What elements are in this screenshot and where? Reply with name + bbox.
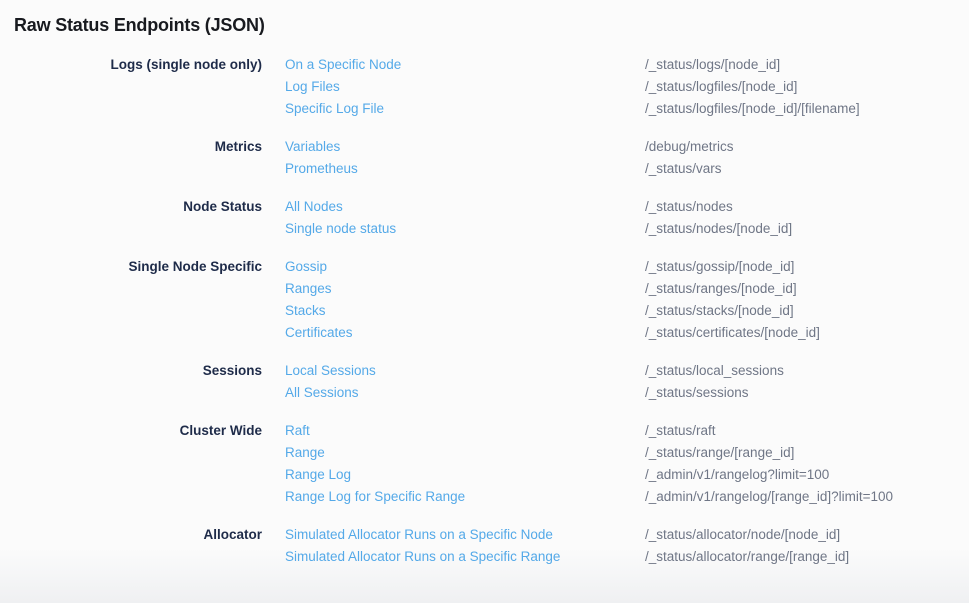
category-label: Metrics bbox=[14, 136, 262, 180]
endpoint-link[interactable]: Log Files bbox=[285, 76, 645, 98]
endpoint-group: Sessions Local Sessions /_status/local_s… bbox=[14, 360, 969, 404]
endpoint-link[interactable]: Variables bbox=[285, 136, 645, 158]
category-label: Sessions bbox=[14, 360, 262, 404]
endpoint-group: Logs (single node only) On a Specific No… bbox=[14, 54, 969, 120]
endpoint-path: /_status/range/[range_id] bbox=[645, 442, 794, 464]
endpoint-rows: All Nodes /_status/nodes Single node sta… bbox=[285, 196, 969, 240]
endpoint-groups: Logs (single node only) On a Specific No… bbox=[14, 54, 969, 568]
endpoint-link[interactable]: Prometheus bbox=[285, 158, 645, 180]
endpoint-link[interactable]: Single node status bbox=[285, 218, 645, 240]
endpoint-rows: Simulated Allocator Runs on a Specific N… bbox=[285, 524, 969, 568]
page-title: Raw Status Endpoints (JSON) bbox=[14, 13, 969, 37]
endpoint-row: Gossip /_status/gossip/[node_id] bbox=[285, 256, 969, 278]
endpoint-path: /_status/logfiles/[node_id]/[filename] bbox=[645, 98, 860, 120]
endpoint-row: Variables /debug/metrics bbox=[285, 136, 969, 158]
endpoint-link[interactable]: Raft bbox=[285, 420, 645, 442]
endpoint-link[interactable]: Range Log for Specific Range bbox=[285, 486, 645, 508]
endpoint-row: Log Files /_status/logfiles/[node_id] bbox=[285, 76, 969, 98]
endpoint-path: /_status/stacks/[node_id] bbox=[645, 300, 794, 322]
endpoint-rows: Local Sessions /_status/local_sessions A… bbox=[285, 360, 969, 404]
endpoint-path: /_status/local_sessions bbox=[645, 360, 784, 382]
endpoint-row: Local Sessions /_status/local_sessions bbox=[285, 360, 969, 382]
endpoint-link[interactable]: Range Log bbox=[285, 464, 645, 486]
endpoint-path: /_admin/v1/rangelog?limit=100 bbox=[645, 464, 829, 486]
endpoint-row: On a Specific Node /_status/logs/[node_i… bbox=[285, 54, 969, 76]
endpoint-row: Ranges /_status/ranges/[node_id] bbox=[285, 278, 969, 300]
endpoint-path: /_status/logfiles/[node_id] bbox=[645, 76, 797, 98]
endpoint-group: Node Status All Nodes /_status/nodes Sin… bbox=[14, 196, 969, 240]
endpoint-row: Single node status /_status/nodes/[node_… bbox=[285, 218, 969, 240]
endpoint-link[interactable]: Stacks bbox=[285, 300, 645, 322]
endpoint-path: /_status/certificates/[node_id] bbox=[645, 322, 820, 344]
endpoint-link[interactable]: All Sessions bbox=[285, 382, 645, 404]
endpoint-path: /_status/allocator/node/[node_id] bbox=[645, 524, 840, 546]
endpoint-path: /_admin/v1/rangelog/[range_id]?limit=100 bbox=[645, 486, 893, 508]
endpoint-link[interactable]: All Nodes bbox=[285, 196, 645, 218]
endpoint-path: /_status/logs/[node_id] bbox=[645, 54, 780, 76]
endpoint-row: All Sessions /_status/sessions bbox=[285, 382, 969, 404]
endpoint-link[interactable]: Range bbox=[285, 442, 645, 464]
endpoint-rows: Raft /_status/raft Range /_status/range/… bbox=[285, 420, 969, 508]
endpoint-path: /_status/nodes/[node_id] bbox=[645, 218, 792, 240]
endpoint-link[interactable]: Certificates bbox=[285, 322, 645, 344]
endpoint-path: /debug/metrics bbox=[645, 136, 734, 158]
category-label: Logs (single node only) bbox=[14, 54, 262, 120]
endpoint-path: /_status/nodes bbox=[645, 196, 733, 218]
content: Raw Status Endpoints (JSON) Logs (single… bbox=[0, 0, 969, 568]
endpoint-row: Range Log for Specific Range /_admin/v1/… bbox=[285, 486, 969, 508]
endpoint-rows: On a Specific Node /_status/logs/[node_i… bbox=[285, 54, 969, 120]
endpoint-path: /_status/gossip/[node_id] bbox=[645, 256, 794, 278]
endpoint-row: Range /_status/range/[range_id] bbox=[285, 442, 969, 464]
endpoint-link[interactable]: Local Sessions bbox=[285, 360, 645, 382]
endpoint-group: Allocator Simulated Allocator Runs on a … bbox=[14, 524, 969, 568]
endpoint-row: All Nodes /_status/nodes bbox=[285, 196, 969, 218]
category-label: Node Status bbox=[14, 196, 262, 240]
endpoint-link[interactable]: Gossip bbox=[285, 256, 645, 278]
endpoint-rows: Gossip /_status/gossip/[node_id] Ranges … bbox=[285, 256, 969, 344]
endpoint-group: Single Node Specific Gossip /_status/gos… bbox=[14, 256, 969, 344]
endpoint-row: Simulated Allocator Runs on a Specific N… bbox=[285, 524, 969, 546]
endpoint-row: Certificates /_status/certificates/[node… bbox=[285, 322, 969, 344]
endpoint-path: /_status/allocator/range/[range_id] bbox=[645, 546, 849, 568]
endpoint-path: /_status/vars bbox=[645, 158, 722, 180]
endpoint-row: Range Log /_admin/v1/rangelog?limit=100 bbox=[285, 464, 969, 486]
endpoint-group: Metrics Variables /debug/metrics Prometh… bbox=[14, 136, 969, 180]
endpoint-row: Simulated Allocator Runs on a Specific R… bbox=[285, 546, 969, 568]
endpoint-path: /_status/ranges/[node_id] bbox=[645, 278, 797, 300]
endpoint-path: /_status/raft bbox=[645, 420, 716, 442]
endpoint-link[interactable]: On a Specific Node bbox=[285, 54, 645, 76]
endpoint-group: Cluster Wide Raft /_status/raft Range /_… bbox=[14, 420, 969, 508]
endpoint-row: Specific Log File /_status/logfiles/[nod… bbox=[285, 98, 969, 120]
endpoint-path: /_status/sessions bbox=[645, 382, 749, 404]
category-label: Cluster Wide bbox=[14, 420, 262, 508]
endpoint-row: Stacks /_status/stacks/[node_id] bbox=[285, 300, 969, 322]
endpoint-row: Raft /_status/raft bbox=[285, 420, 969, 442]
category-label: Allocator bbox=[14, 524, 262, 568]
endpoint-row: Prometheus /_status/vars bbox=[285, 158, 969, 180]
endpoint-link[interactable]: Ranges bbox=[285, 278, 645, 300]
endpoint-link[interactable]: Simulated Allocator Runs on a Specific R… bbox=[285, 546, 645, 568]
category-label: Single Node Specific bbox=[14, 256, 262, 344]
endpoint-link[interactable]: Simulated Allocator Runs on a Specific N… bbox=[285, 524, 645, 546]
endpoint-link[interactable]: Specific Log File bbox=[285, 98, 645, 120]
endpoint-rows: Variables /debug/metrics Prometheus /_st… bbox=[285, 136, 969, 180]
